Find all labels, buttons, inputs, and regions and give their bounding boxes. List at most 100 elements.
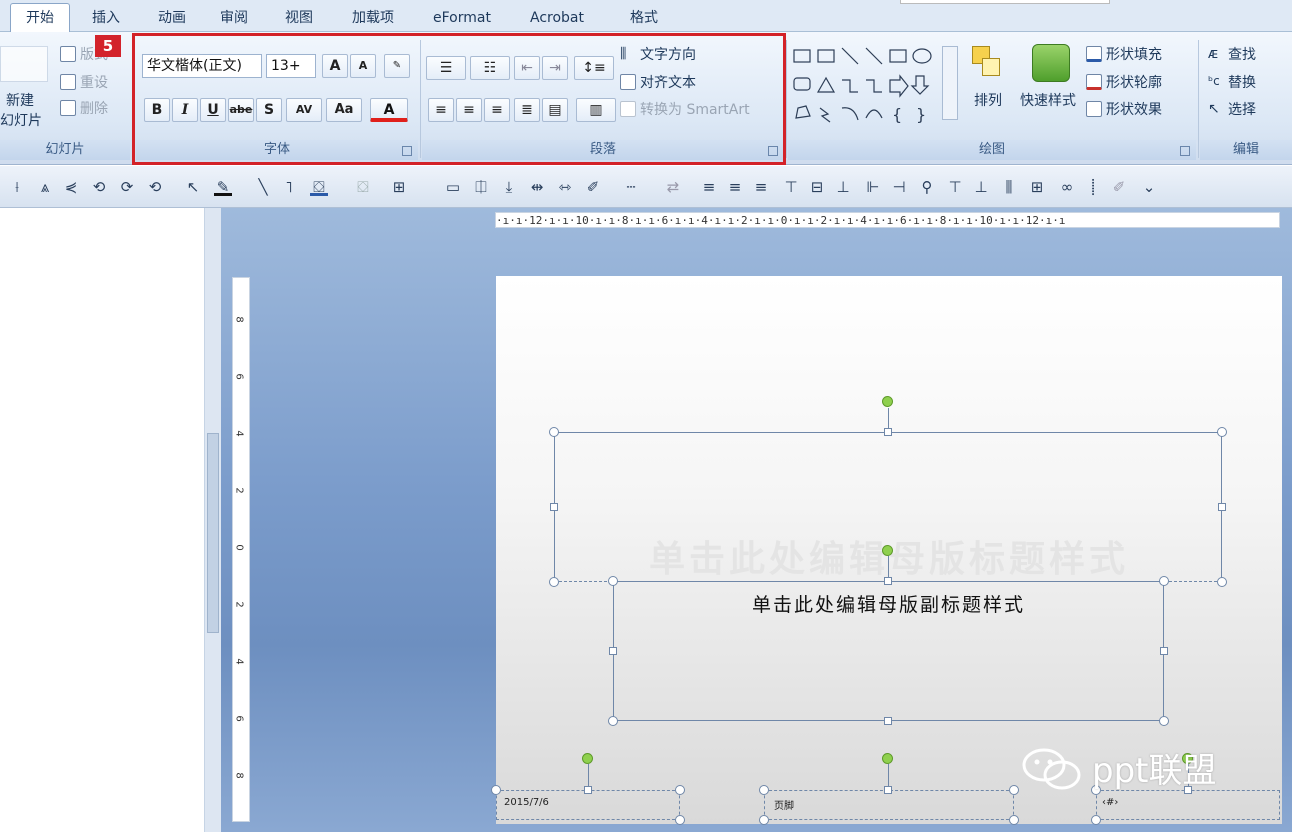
footer-handle-bl[interactable] [759,815,769,825]
date-handle-tl[interactable] [491,785,501,795]
select-button[interactable]: ↖ 选择 [1208,99,1256,119]
toolbar-overflow-icon[interactable]: ⌄ [1140,178,1158,196]
line-color-icon[interactable]: ✎ [214,178,232,196]
char-spacing-button[interactable]: AV [286,98,322,122]
columns-button[interactable]: ▥ [576,98,616,122]
shapes-gallery-scroll[interactable] [942,46,958,120]
title-handle-bl[interactable] [549,577,559,587]
bold-button[interactable]: B [144,98,170,122]
tab-animation[interactable]: 动画 [144,4,200,32]
align-objects-top-icon[interactable]: ⊤ [946,178,964,196]
flip-icon[interactable]: ⟳ [118,178,136,196]
quick-styles-button[interactable]: 快速样式 [1020,90,1076,110]
drawing-dialog-launcher-icon[interactable] [1180,146,1190,156]
3d-icon[interactable]: ⋞ [62,178,80,196]
subtitle-handle-b[interactable] [884,717,892,725]
tab-eformat[interactable]: eFormat [420,4,504,32]
distribute-v-icon[interactable]: ⊞ [1028,178,1046,196]
new-slide-button-line1[interactable]: 新建 [6,90,34,110]
title-rotate-handle[interactable] [882,396,893,407]
footer-handle-t[interactable] [884,786,892,794]
shapes-gallery[interactable]: { } [792,46,960,126]
number-handle-bl[interactable] [1091,815,1101,825]
find-button[interactable]: ᴁ 查找 [1208,44,1256,64]
footer-handle-br[interactable] [1009,815,1019,825]
italic-button[interactable]: I [172,98,198,122]
text-direction-button[interactable]: ⫼ 文字方向 [620,44,696,64]
shape-fill-button[interactable]: 形状填充 [1086,44,1162,64]
tab-format[interactable]: 格式 [612,4,676,32]
numbering-button[interactable]: ☷ [470,56,510,80]
grow-font-button[interactable]: A [322,54,348,78]
align-objects-bottom-icon[interactable]: ⊥ [972,178,990,196]
title-handle-l[interactable] [550,503,558,511]
smartart-button[interactable]: 转换为 SmartArt [620,99,750,119]
title-handle-br[interactable] [1217,577,1227,587]
text-align-left-icon[interactable]: ≡ [700,178,718,196]
fill-disabled-icon[interactable]: ⛋ [354,178,372,196]
font-color-button[interactable]: A [370,98,408,122]
subtitle-handle-r[interactable] [1160,647,1168,655]
subtitle-rotate-handle[interactable] [882,545,893,556]
shrink-font-button[interactable]: A [350,54,376,78]
subtitle-handle-tl[interactable] [608,576,618,586]
subtitle-handle-bl[interactable] [608,716,618,726]
delete-button[interactable]: 删除 [60,98,108,118]
align-top-icon[interactable]: ⤓ [500,178,518,196]
text-align-center-icon[interactable]: ≡ [726,178,744,196]
scrollbar-thumb[interactable] [207,433,219,633]
text-align-right-icon[interactable]: ≡ [752,178,770,196]
shadow-icon[interactable]: ⩓ [36,178,54,196]
table-icon[interactable]: ⊞ [390,178,408,196]
subtitle-handle-t[interactable] [884,577,892,585]
select-arrow-icon[interactable]: ↖ [184,178,202,196]
elbow-connector-icon[interactable]: ˥ [280,178,298,196]
title-handle-t[interactable] [884,428,892,436]
arrange-button[interactable]: 排列 [974,90,1002,110]
tab-home[interactable]: 开始 [10,3,70,33]
date-handle-br[interactable] [675,815,685,825]
tab-acrobat[interactable]: Acrobat [515,4,599,32]
vertical-text-icon[interactable]: ⎅ [472,178,490,196]
split-icon[interactable]: ⇿ [556,178,574,196]
group-icon[interactable]: ∞ [1058,178,1076,196]
title-handle-tr[interactable] [1217,427,1227,437]
merge-icon[interactable]: ⇹ [528,178,546,196]
increase-indent-button[interactable]: ⇥ [542,56,568,80]
subtitle-handle-br[interactable] [1159,716,1169,726]
align-icon[interactable]: ⟲ [146,178,164,196]
font-name-combo[interactable]: 华文楷体(正文) [142,54,262,78]
align-right-button[interactable]: ≡ [484,98,510,122]
rotate-icon[interactable]: ⟲ [90,178,108,196]
title-handle-r[interactable] [1218,503,1226,511]
line-spacing-button[interactable]: ↕≡ [574,56,614,80]
tab-insert[interactable]: 插入 [78,4,134,32]
align-objects-center-icon[interactable]: ⚲ [918,178,936,196]
slide-master[interactable]: 单击此处编辑母版标题样式 单击此处编辑母版副标题样式 2015/7/6 页脚 ‹… [491,276,1282,825]
tab-view[interactable]: 视图 [271,4,327,32]
title-handle-tl[interactable] [549,427,559,437]
footer-rotate-handle[interactable] [882,753,893,764]
date-handle-t[interactable] [584,786,592,794]
subtitle-handle-tr[interactable] [1159,576,1169,586]
bullets-button[interactable]: ☰ [426,56,466,80]
font-dialog-launcher-icon[interactable] [402,146,412,156]
text-box-icon[interactable]: ▭ [444,178,462,196]
slide-number-placeholder[interactable] [1096,790,1280,820]
valign-bottom-icon[interactable]: ⊥ [834,178,852,196]
change-case-button[interactable]: Aa [326,98,362,122]
valign-top-icon[interactable]: ⊤ [782,178,800,196]
decrease-indent-button[interactable]: ⇤ [514,56,540,80]
line-icon[interactable]: ╲ [254,178,272,196]
thumbnail-scrollbar[interactable] [205,208,221,832]
date-handle-tr[interactable] [675,785,685,795]
fill-icon[interactable]: ⛋ [310,178,328,196]
justify-button[interactable]: ≣ [514,98,540,122]
paragraph-dialog-launcher-icon[interactable] [768,146,778,156]
distribute-h-icon[interactable]: ⫼ [1000,178,1018,196]
shape-outline-button[interactable]: 形状轮廓 [1086,72,1162,92]
distributed-button[interactable]: ▤ [542,98,568,122]
pen-disabled-icon[interactable]: ✐ [1110,178,1128,196]
edit-points-icon[interactable]: ⟊ [8,178,26,196]
weight-icon[interactable]: ⇄ [664,178,682,196]
